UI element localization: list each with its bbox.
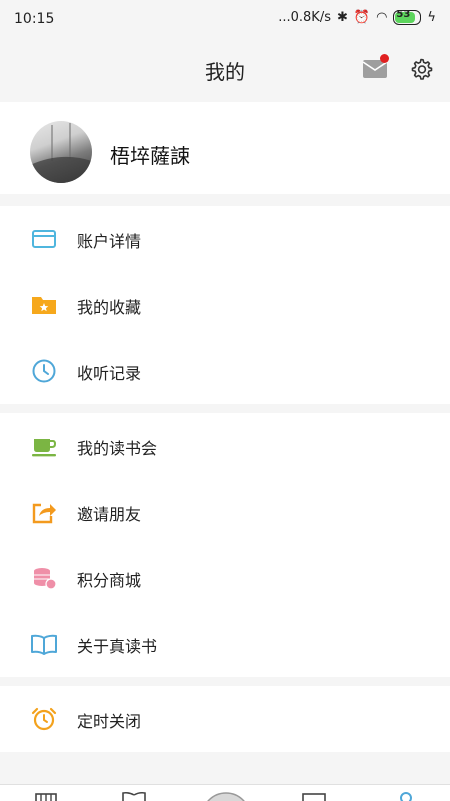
username: 梧埣薩誎 [110,144,190,168]
menu-item-book-club[interactable]: 我的读书会 [0,413,450,479]
menu-group-account: 账户详情 我的收藏 收听记录 [0,206,450,404]
menu-item-history[interactable]: 收听记录 [0,338,450,404]
battery-level: 53 [396,9,411,20]
menu-item-label: 我的收藏 [77,298,142,317]
menu-item-points-mall[interactable]: 积分商城 [0,545,450,611]
status-time: 10:15 [14,11,55,27]
menu-group-social: 我的读书会 邀请朋友 积分商城 关于真读书 [0,413,450,677]
menu-group-timer: 定时关闭 [0,686,450,752]
menu-item-invite-friends[interactable]: 邀请朋友 [0,479,450,545]
menu-item-label: 我的读书会 [77,439,158,458]
menu-item-label: 收听记录 [77,364,142,383]
nav-bar: 我的 [0,38,450,102]
card-icon [32,230,56,248]
menu-item-label: 邀请朋友 [77,505,142,524]
alarm-status-icon: ⏰ [353,10,371,25]
share-icon [32,503,56,524]
book-icon [31,634,57,655]
menu-item-sleep-timer[interactable]: 定时关闭 [0,686,450,752]
coins-icon [34,568,57,590]
wifi-icon: ◠ [376,10,388,25]
battery-icon: 53 [393,9,422,25]
menu-item-about[interactable]: 关于真读书 [0,611,450,677]
menu-item-account-details[interactable]: 账户详情 [0,206,450,272]
menu-item-label: 账户详情 [77,232,142,251]
status-indicators: ...0.8K/s ✱ ⏰ ◠ 53 ϟ [278,9,436,25]
folder-star-icon [32,297,56,314]
menu-item-label: 积分商城 [77,571,142,590]
clock-icon [32,359,56,383]
status-bar: 10:15 ...0.8K/s ✱ ⏰ ◠ 53 ϟ [0,0,450,38]
charging-icon: ϟ [427,10,436,25]
bottom-tab-bar [0,784,450,801]
bluetooth-icon: ✱ [336,10,348,25]
avatar[interactable] [30,121,92,183]
menu-item-favorites[interactable]: 我的收藏 [0,272,450,338]
gear-icon[interactable] [408,56,434,82]
menu-item-label: 关于真读书 [77,637,158,656]
notification-badge [380,54,389,63]
cup-icon [32,439,57,457]
alarm-icon [31,707,57,731]
menu-item-label: 定时关闭 [77,712,142,731]
network-speed: ...0.8K/s [278,10,331,25]
profile-card[interactable]: 梧埣薩誎 [0,102,450,194]
